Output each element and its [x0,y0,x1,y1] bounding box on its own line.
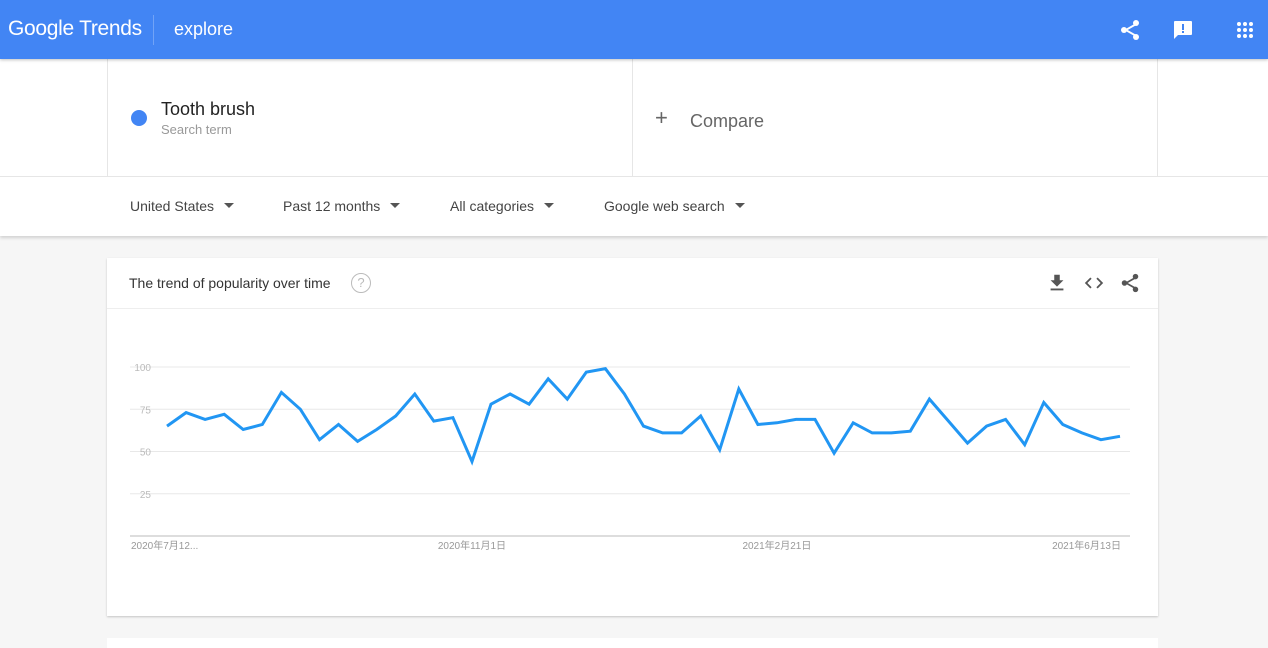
search-panel: Tooth brush Search term + Compare United… [0,59,1268,236]
search-term-name[interactable]: Tooth brush [161,99,255,120]
category-dropdown[interactable]: All categories [450,198,554,214]
download-icon[interactable] [1046,272,1068,294]
plus-icon: + [655,107,668,129]
time-range-dropdown[interactable]: Past 12 months [283,198,400,214]
feedback-icon[interactable] [1171,18,1195,42]
chevron-down-icon [544,203,554,208]
chevron-down-icon [390,203,400,208]
divider [0,176,1268,177]
interest-over-time-card: The trend of popularity over time ? [107,258,1158,616]
search-type-dropdown[interactable]: Google web search [604,198,745,214]
search-term-subtitle: Search term [161,122,232,137]
top-app-bar: Google Trends explore [0,0,1268,59]
region-dropdown[interactable]: United States [130,198,234,214]
compare-label: Compare [690,111,764,132]
apps-grid-icon[interactable] [1233,18,1257,42]
share-icon[interactable] [1118,18,1142,42]
page-section-title: explore [174,19,233,40]
term-color-dot [131,110,147,126]
time-range-value: Past 12 months [283,198,380,214]
compare-button[interactable]: + Compare [633,59,1158,176]
card-title: The trend of popularity over time [129,275,331,291]
logo-divider [153,15,154,45]
search-term-box[interactable]: Tooth brush Search term [107,59,633,176]
chevron-down-icon [224,203,234,208]
card-header: The trend of popularity over time ? [107,258,1158,309]
chevron-down-icon [735,203,745,208]
search-type-value: Google web search [604,198,725,214]
region-value: United States [130,198,214,214]
share-icon[interactable] [1119,272,1141,294]
embed-icon[interactable] [1083,272,1105,294]
category-value: All categories [450,198,534,214]
google-trends-logo[interactable]: Google Trends [8,17,142,41]
help-icon[interactable]: ? [351,273,371,293]
